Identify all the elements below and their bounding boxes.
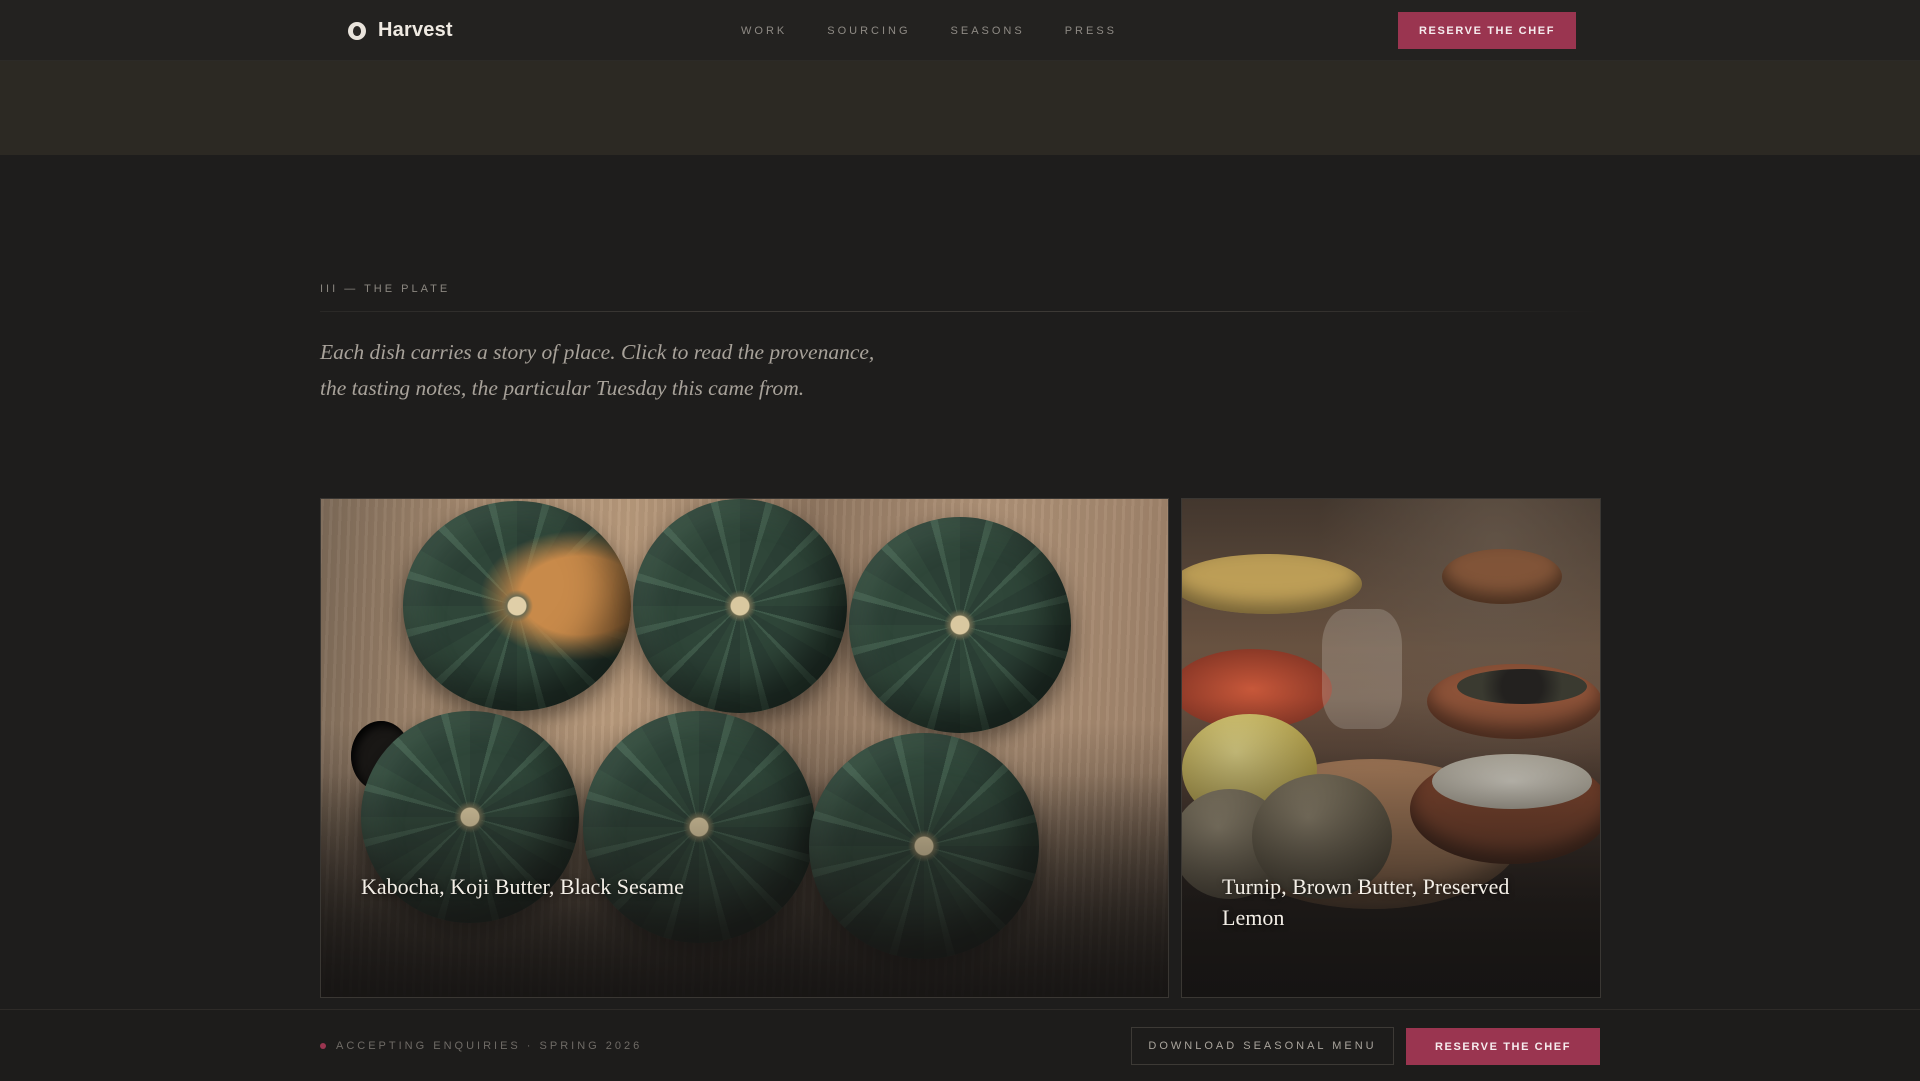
download-menu-button[interactable]: DOWNLOAD SEASONAL MENU <box>1131 1027 1394 1065</box>
brand-name: Harvest <box>378 19 453 41</box>
reserve-chef-button-header[interactable]: RESERVE THE CHEF <box>1398 12 1576 49</box>
status-dot-icon <box>320 1042 326 1049</box>
top-navigation: Harvest WORK SOURCING SEASONS PRESS RESE… <box>0 0 1920 61</box>
main-nav: WORK SOURCING SEASONS PRESS <box>741 0 1117 61</box>
availability-status: ACCEPTING ENQUIRIES · SPRING 2026 <box>320 1010 642 1081</box>
sticky-action-bar: ACCEPTING ENQUIRIES · SPRING 2026 DOWNLO… <box>0 1009 1920 1080</box>
nav-item-press[interactable]: PRESS <box>1065 25 1117 37</box>
dish-title: Kabocha, Koji Butter, Black Sesame <box>361 874 684 899</box>
dish-title: Turnip, Brown Butter, Preserved Lemon <box>1222 874 1510 930</box>
nav-item-work[interactable]: WORK <box>741 25 787 37</box>
nav-item-sourcing[interactable]: SOURCING <box>827 25 910 37</box>
kabocha-photo <box>321 499 1168 997</box>
brand-logo-link[interactable]: Harvest <box>348 0 453 61</box>
nav-item-seasons[interactable]: SEASONS <box>951 25 1025 37</box>
photo-shade <box>321 499 1168 997</box>
section-divider <box>320 311 1600 312</box>
section-eyebrow: III — THE PLATE <box>320 283 451 295</box>
reserve-chef-button-footer[interactable]: RESERVE THE CHEF <box>1406 1028 1600 1065</box>
dish-card-kabocha[interactable]: Kabocha, Koji Butter, Black Sesame <box>320 498 1169 998</box>
status-text: ACCEPTING ENQUIRIES · SPRING 2026 <box>336 1039 643 1052</box>
banner-band <box>0 61 1920 155</box>
globe-seal-icon <box>348 21 366 40</box>
section-intro: Each dish carries a story of place. Clic… <box>320 340 875 400</box>
dish-card-turnip[interactable]: Turnip, Brown Butter, Preserved Lemon <box>1181 498 1601 998</box>
